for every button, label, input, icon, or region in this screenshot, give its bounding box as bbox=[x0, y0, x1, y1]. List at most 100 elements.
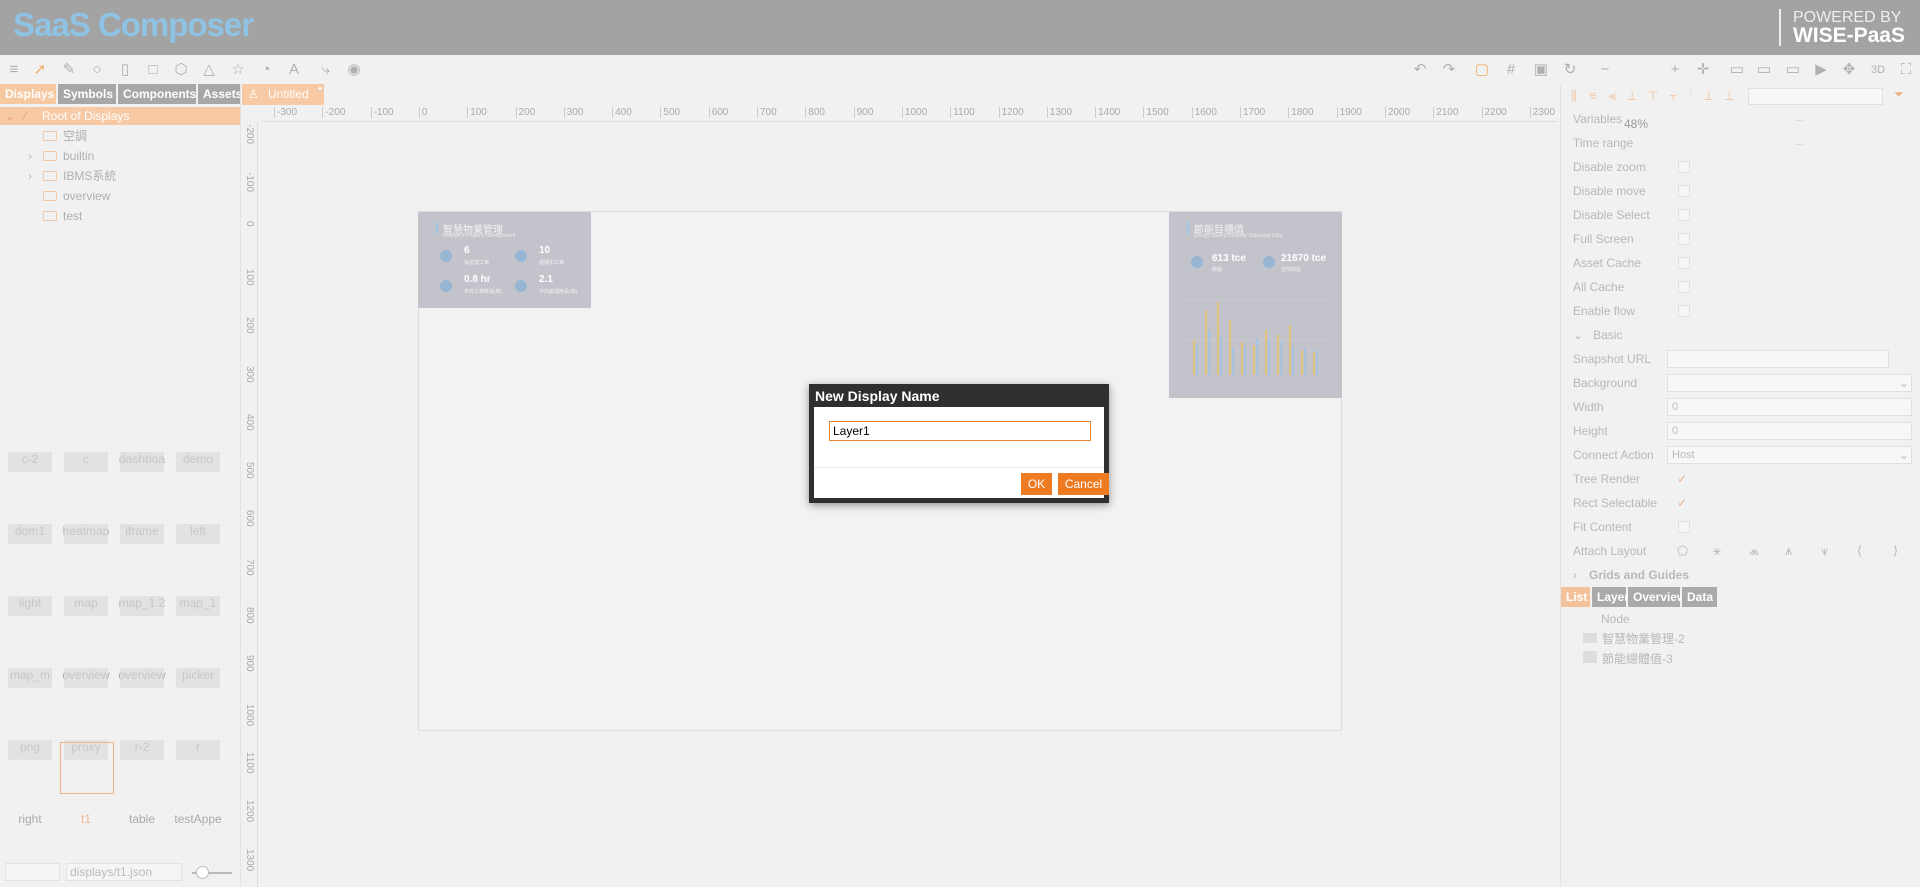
panel-right-icon[interactable]: ▭ bbox=[1784, 61, 1802, 79]
property-value[interactable]: ... bbox=[1795, 134, 1803, 152]
thumbnail-preview[interactable] bbox=[64, 452, 108, 472]
list-item[interactable]: Node bbox=[1601, 610, 1630, 628]
tree-item-aircon[interactable]: 空調 bbox=[28, 127, 87, 145]
property-checkbox[interactable] bbox=[1678, 185, 1690, 197]
thumbnail-label[interactable]: t1 bbox=[58, 812, 114, 826]
sidebar-divider[interactable] bbox=[240, 84, 241, 887]
property-checkbox[interactable] bbox=[1678, 521, 1690, 533]
layout-option-icon[interactable]: ⟩ bbox=[1893, 542, 1898, 560]
triangle-icon[interactable]: △ bbox=[200, 61, 218, 79]
layout-option-icon[interactable]: ⬠ bbox=[1677, 542, 1688, 560]
thumbnail-preview[interactable] bbox=[64, 668, 108, 688]
property-checkbox[interactable] bbox=[1678, 281, 1690, 293]
mode-3d-button[interactable]: 3D bbox=[1868, 61, 1888, 79]
thumbnail-preview[interactable] bbox=[176, 524, 220, 544]
thumbnail-preview[interactable] bbox=[8, 524, 52, 544]
height-input[interactable]: 0 bbox=[1667, 422, 1912, 440]
tab-data[interactable]: Data bbox=[1682, 587, 1717, 607]
arc-icon[interactable]: ◔ bbox=[257, 61, 275, 79]
tree-item-ibms[interactable]: › IBMS系統 bbox=[28, 167, 116, 185]
fullscreen-icon[interactable]: ⛶ bbox=[1897, 61, 1915, 79]
thumbnail-preview[interactable] bbox=[176, 740, 220, 760]
snapshot-url-input[interactable] bbox=[1667, 350, 1889, 368]
fit-center-icon[interactable]: ✛ bbox=[1694, 61, 1712, 79]
star-icon[interactable]: ☆ bbox=[229, 61, 247, 79]
panel-left-icon[interactable]: ▭ bbox=[1728, 61, 1746, 79]
thumbnail-preview[interactable] bbox=[8, 596, 52, 616]
layout-option-icon[interactable]: ⚹ bbox=[1713, 542, 1721, 560]
layout-option-icon[interactable]: ⩚ bbox=[1785, 542, 1792, 560]
thumbnail-preview[interactable] bbox=[8, 668, 52, 688]
chevron-down-icon[interactable]: ⌄ bbox=[1899, 374, 1909, 392]
tab-overview[interactable]: Overview bbox=[1628, 587, 1686, 607]
tab-untitled[interactable]: ♙ Untitled • bbox=[242, 83, 324, 105]
property-value[interactable]: ... bbox=[1795, 110, 1803, 128]
rectangle-icon[interactable]: □ bbox=[144, 61, 162, 79]
undo-icon[interactable]: ↶ bbox=[1411, 61, 1429, 79]
pen-icon[interactable]: ✎ bbox=[60, 61, 78, 79]
energy-saving-widget[interactable]: 節能目標值 Energy Saving Datarate Datarated D… bbox=[1169, 212, 1342, 398]
thumbnail-preview[interactable] bbox=[64, 596, 108, 616]
background-select[interactable] bbox=[1667, 374, 1912, 392]
slider-knob[interactable] bbox=[196, 866, 209, 879]
save-icon[interactable]: ▣ bbox=[1532, 61, 1550, 79]
select-pointer-icon[interactable]: ➚ bbox=[31, 61, 49, 79]
layout-option-icon[interactable]: ⟨ bbox=[1857, 542, 1862, 560]
thumbnail-preview[interactable] bbox=[8, 452, 52, 472]
property-checkbox[interactable] bbox=[1678, 233, 1690, 245]
play-icon[interactable]: ▶ bbox=[1812, 61, 1830, 79]
thumbnail-label[interactable]: right bbox=[2, 812, 58, 826]
tab-layer[interactable]: Layer bbox=[1592, 587, 1629, 607]
tab-assets[interactable]: Assets bbox=[198, 84, 240, 104]
section-basic[interactable]: ⌄ Basic bbox=[1573, 326, 1622, 344]
filter-input[interactable] bbox=[1748, 88, 1883, 105]
tab-list[interactable]: List bbox=[1561, 587, 1590, 607]
list-item[interactable]: 智慧物業管理-2 bbox=[1583, 630, 1685, 648]
property-checkbox[interactable] bbox=[1678, 305, 1690, 317]
refresh-icon[interactable]: ↻ bbox=[1561, 61, 1579, 79]
chevron-right-icon[interactable]: › bbox=[28, 147, 40, 165]
panel-center-icon[interactable]: ▭ bbox=[1755, 61, 1773, 79]
thumbnail-label[interactable]: testAppe bbox=[170, 812, 226, 826]
circle-icon[interactable]: ○ bbox=[88, 61, 106, 79]
chevron-right-icon[interactable]: › bbox=[28, 167, 40, 185]
menu-icon[interactable]: ≡ bbox=[5, 61, 23, 79]
property-checkbox[interactable] bbox=[1678, 161, 1690, 173]
record-icon[interactable]: ◉ bbox=[345, 61, 363, 79]
ok-button[interactable]: OK bbox=[1021, 473, 1052, 495]
move-icon[interactable]: ✥ bbox=[1840, 61, 1858, 79]
section-grids[interactable]: › Grids and Guides bbox=[1573, 566, 1689, 584]
snap-icon[interactable]: ▢ bbox=[1473, 61, 1491, 79]
property-checkbox[interactable] bbox=[1678, 257, 1690, 269]
connector-icon[interactable]: ⤷ bbox=[317, 61, 335, 79]
display-name-input[interactable] bbox=[829, 421, 1091, 441]
tab-components[interactable]: Components bbox=[118, 84, 196, 104]
chevron-down-icon[interactable]: ⌄ bbox=[1899, 446, 1909, 464]
thumbnail-preview[interactable] bbox=[64, 524, 108, 544]
thumbnail-preview[interactable] bbox=[176, 596, 220, 616]
align-toolbar-icons[interactable]: ⫼≡⫷⊥⊤⫟⫶⊥⊥ bbox=[1571, 88, 1746, 104]
filter-icon[interactable]: ⏷ bbox=[1894, 87, 1904, 102]
thumbnail-preview[interactable] bbox=[120, 596, 164, 616]
thumbnail-preview[interactable] bbox=[176, 668, 220, 688]
grid-icon[interactable]: # bbox=[1502, 61, 1520, 79]
layout-option-icon[interactable]: ⩕ bbox=[1749, 542, 1759, 560]
checkmark-icon[interactable]: ✓ bbox=[1677, 494, 1687, 512]
thumbnail-preview[interactable] bbox=[8, 740, 52, 760]
thumbnail-preview[interactable] bbox=[176, 452, 220, 472]
hexagon-icon[interactable]: ⬡ bbox=[172, 61, 190, 79]
checkmark-icon[interactable]: ✓ bbox=[1677, 470, 1687, 488]
tree-item-test[interactable]: test bbox=[28, 207, 82, 225]
zoom-out-icon[interactable]: − bbox=[1596, 61, 1614, 79]
thumbnail-preview[interactable] bbox=[120, 740, 164, 760]
property-management-widget[interactable]: 智慧物業管理 Intelligent Property Management 6… bbox=[418, 212, 591, 308]
zoom-in-icon[interactable]: + bbox=[1666, 61, 1684, 79]
redo-icon[interactable]: ↷ bbox=[1440, 61, 1458, 79]
text-icon[interactable]: A bbox=[285, 61, 303, 79]
property-checkbox[interactable] bbox=[1678, 209, 1690, 221]
layout-option-icon[interactable]: ⩛ bbox=[1821, 542, 1828, 560]
thumbnail-preview[interactable] bbox=[120, 668, 164, 688]
tab-displays[interactable]: Displays bbox=[0, 84, 56, 104]
tab-symbols[interactable]: Symbols bbox=[58, 84, 116, 104]
thumbnail-preview[interactable] bbox=[120, 524, 164, 544]
